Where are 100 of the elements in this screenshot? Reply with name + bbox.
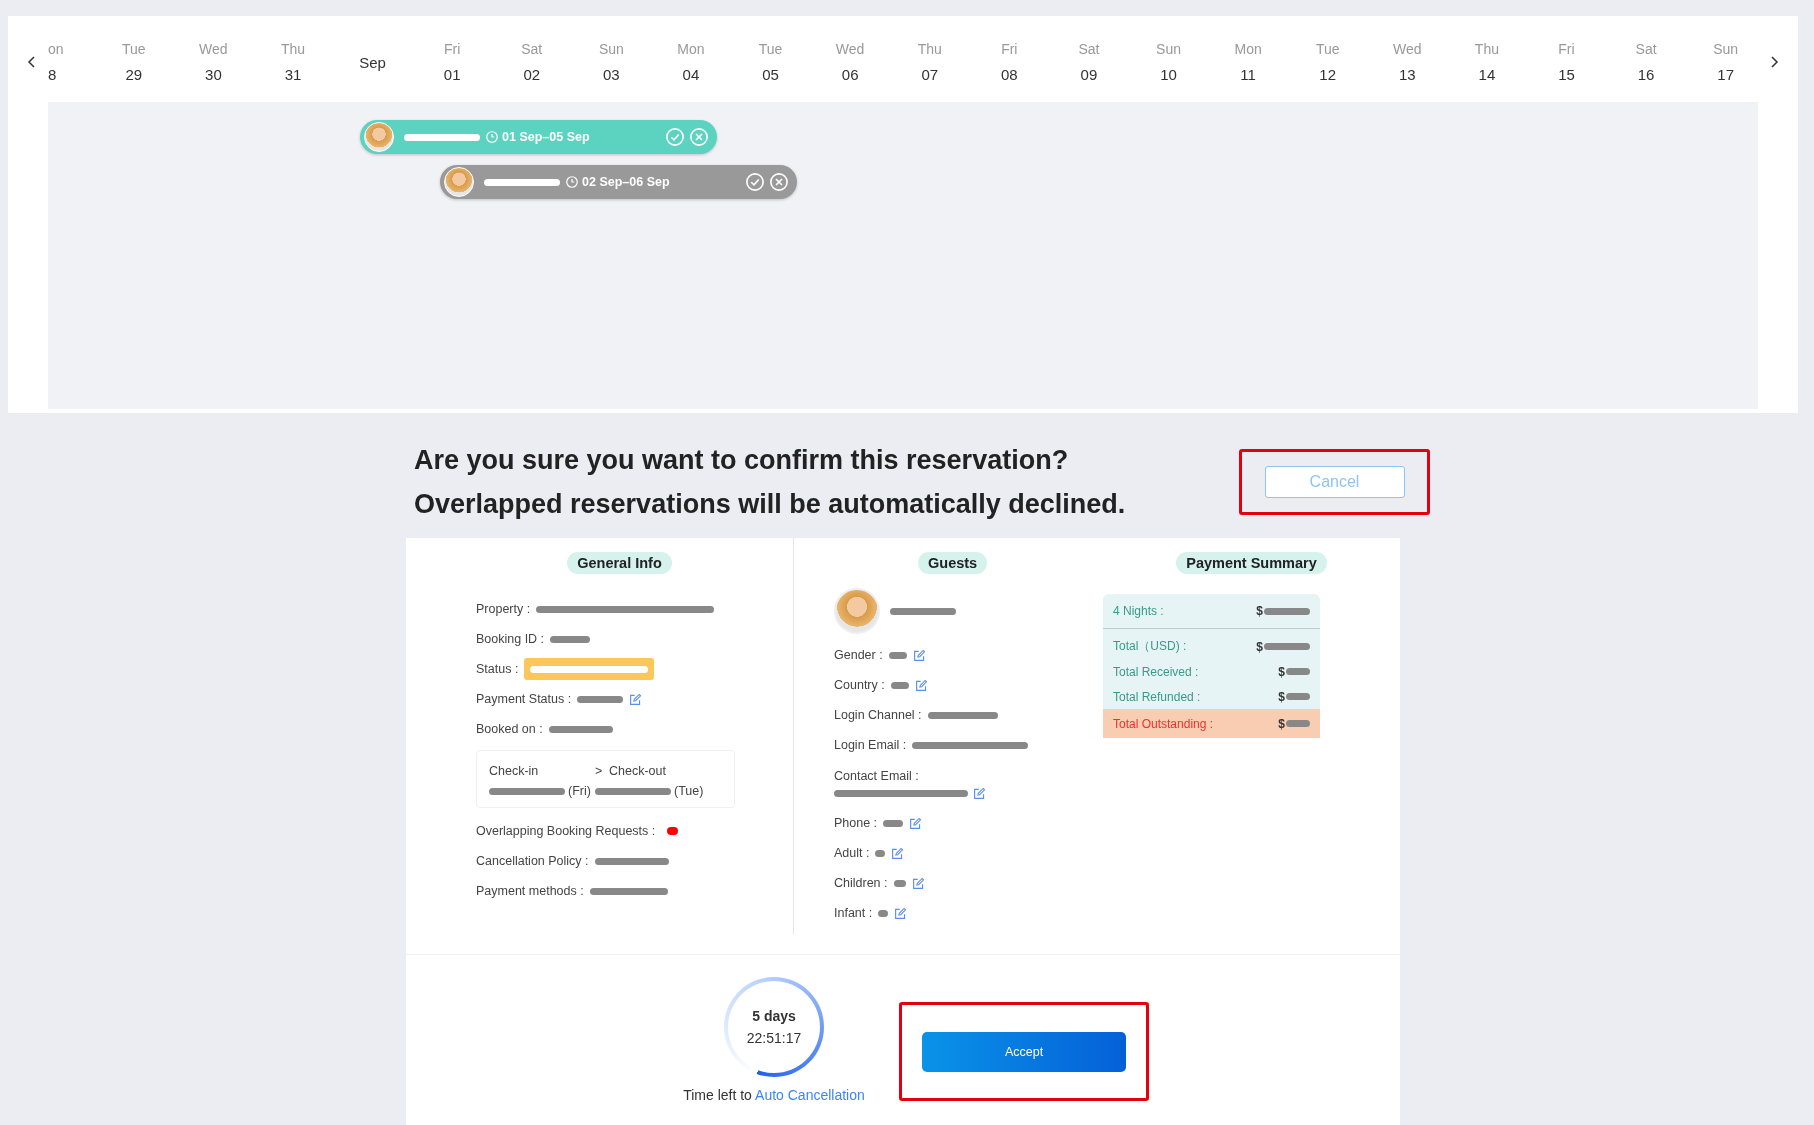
clock-icon	[485, 130, 499, 144]
redacted-bar	[927, 711, 998, 719]
weekday-label: Thu	[917, 41, 942, 57]
field-label: Login Channel :	[834, 708, 922, 722]
weekday-label: Sat	[1078, 41, 1100, 57]
weekday-label: Mon	[1234, 41, 1262, 57]
field-label: Infant :	[834, 906, 873, 920]
redacted-bar	[890, 681, 909, 689]
weekday-label: Sat	[1635, 41, 1657, 57]
edit-icon[interactable]	[909, 816, 923, 830]
weekday-label: Tue	[1315, 41, 1340, 57]
close-icon[interactable]	[769, 172, 789, 192]
day-number: 06	[841, 66, 859, 83]
day-number: 17	[1717, 66, 1734, 83]
check-in-label: Check-in	[489, 764, 539, 778]
day-number: 01	[443, 66, 461, 83]
weekday-label: Sat	[521, 41, 543, 57]
field-label: Payment methods :	[476, 884, 584, 898]
booking-dates: 01 Sep–05 Sep	[502, 130, 590, 144]
prompt-text: Overlapped reservations will be automatically declined.	[413, 488, 1127, 521]
summary-label: 4 Nights :	[1113, 604, 1164, 618]
field-label: Country :	[834, 678, 885, 692]
redacted-bar	[1286, 720, 1310, 727]
section-title: Payment Summary	[1176, 552, 1327, 574]
currency-sign: $	[1256, 604, 1263, 618]
redacted-bar	[878, 909, 889, 917]
booking-dates: 02 Sep–06 Sep	[582, 175, 670, 189]
edit-icon[interactable]	[973, 786, 986, 800]
currency-sign: $	[1278, 716, 1285, 731]
redacted-bar	[1264, 607, 1310, 615]
edit-icon[interactable]	[629, 692, 643, 706]
edit-icon[interactable]	[912, 648, 926, 662]
day-number: 29	[125, 66, 143, 83]
redacted-bar	[1286, 693, 1310, 700]
weekday-label: Wed	[1393, 41, 1422, 57]
day-number: 15	[1558, 66, 1575, 83]
day-number: 08	[1001, 66, 1018, 83]
weekday-label: Sun	[598, 41, 624, 57]
summary-label: Total Refunded :	[1113, 689, 1201, 704]
day-number: 12	[1319, 66, 1337, 83]
edit-icon[interactable]	[891, 846, 905, 860]
field-label: Login Email :	[834, 738, 907, 752]
weekday-label: Thu	[1474, 41, 1499, 57]
weekday-label: Wed	[199, 41, 228, 57]
booking-bar[interactable]: 02 Sep–06 Sep	[440, 165, 797, 199]
check-icon[interactable]	[665, 127, 685, 147]
countdown-time: 22:51:17	[746, 1030, 802, 1046]
weekday-label: Sun	[1713, 41, 1739, 57]
weekday-label: Tue	[758, 41, 783, 57]
cancel-button[interactable]: Cancel	[1264, 466, 1405, 498]
field-label: Contact Email :	[834, 768, 919, 783]
booking-bar[interactable]: 01 Sep–05 Sep	[360, 120, 717, 154]
summary-label: Total Outstanding :	[1113, 716, 1214, 731]
redacted-bar	[890, 607, 956, 615]
check-icon[interactable]	[745, 172, 765, 192]
field-label: Booking ID :	[476, 632, 545, 646]
weekday-label: on	[48, 41, 64, 57]
field-label: Status :	[476, 662, 519, 676]
redacted-bar	[875, 849, 886, 857]
weekday-label: Mon	[677, 41, 705, 57]
currency-sign: $	[1278, 689, 1285, 704]
field-label: Cancellation Policy :	[476, 854, 589, 868]
section-title: Guests	[918, 552, 988, 574]
edit-icon[interactable]	[911, 876, 925, 890]
auto-cancellation-link[interactable]: Auto Cancellation	[755, 1087, 865, 1103]
day-number: 03	[603, 66, 620, 83]
arrow-text: >	[595, 764, 604, 778]
day-number: 13	[1398, 66, 1416, 83]
month-label: Sep	[359, 53, 386, 71]
section-title: General Info	[567, 552, 672, 574]
weekday-label: Sun	[1156, 41, 1181, 57]
redacted-bar	[888, 651, 907, 659]
field-label: Payment Status :	[476, 692, 572, 706]
field-label: Property :	[476, 602, 531, 616]
field-label: Phone :	[834, 816, 878, 830]
weekday-label: Fri	[1001, 41, 1018, 57]
day-number: 07	[921, 66, 939, 83]
check-out-label: Check-out	[609, 764, 666, 778]
redacted-bar	[1264, 643, 1310, 650]
field-label: Children :	[834, 876, 888, 890]
weekday-label: Fri	[444, 41, 461, 57]
edit-icon[interactable]	[894, 906, 908, 920]
avatar	[834, 588, 880, 634]
weekday-label: Fri	[1558, 41, 1575, 57]
weekday-text: (Fri)	[568, 784, 591, 798]
accept-button[interactable]: Accept	[922, 1031, 1126, 1072]
field-label: Gender :	[834, 648, 883, 662]
field-label: Booked on :	[476, 722, 543, 736]
weekday-label: Tue	[122, 41, 146, 57]
day-number: 14	[1478, 66, 1496, 83]
caption-text: Time left to	[683, 1087, 752, 1103]
weekday-label: Wed	[835, 41, 865, 57]
day-number: 02	[523, 66, 541, 83]
day-number: 11	[1240, 66, 1256, 83]
weekday-text: (Tue)	[674, 784, 704, 798]
day-number: 10	[1160, 66, 1177, 83]
edit-icon[interactable]	[914, 678, 928, 692]
currency-sign: $	[1256, 639, 1263, 654]
close-icon[interactable]	[689, 127, 709, 147]
redacted-bar	[550, 635, 591, 643]
